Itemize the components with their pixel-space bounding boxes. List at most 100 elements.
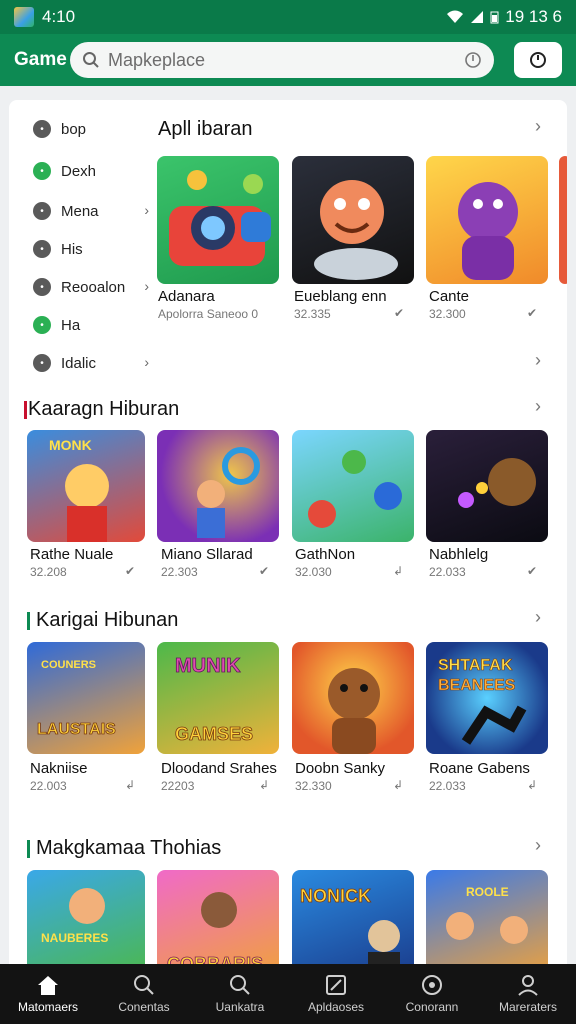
game-card-sub: 22.033 [429, 565, 466, 579]
content-panel: • bop • Dexh • Mena › • His • Reooalon ›… [9, 100, 567, 1000]
game-card-title: Nabhlelg [429, 546, 489, 563]
status-time: 4:10 [42, 7, 76, 26]
nav-item-search[interactable]: Conentas [96, 964, 192, 1024]
game-card-image[interactable]: SHTAFAK BEANEES [426, 642, 548, 754]
category-icon: • [33, 354, 51, 372]
nav-item-home[interactable]: Matomaers [0, 964, 96, 1024]
bottom-nav: Matomaers Conentas Uankatra Apldaoses Co… [0, 964, 576, 1024]
game-card-title: Miano Sllarad [161, 546, 253, 563]
section-title: Kaaragn Hiburan [28, 398, 180, 420]
sidebar-item-label: Reooalon [61, 278, 126, 296]
game-card-sub: 32.030 [295, 565, 332, 579]
chevron-right-icon[interactable]: › [535, 835, 541, 856]
sidebar-item[interactable]: • bop [9, 114, 157, 144]
nav-item-gallery[interactable]: Apldaoses [288, 964, 384, 1024]
game-card-image[interactable]: MONK [27, 430, 145, 542]
chevron-right-icon: › [144, 202, 149, 218]
nav-label: Uankatra [215, 1000, 265, 1014]
game-card-image[interactable] [292, 642, 414, 754]
game-card-title: Adanara [158, 288, 215, 305]
chevron-right-icon[interactable]: › [535, 607, 541, 628]
magic-art-icon [197, 447, 260, 538]
game-card-image[interactable]: MUNIK GAMSES [157, 642, 279, 754]
sidebar-item[interactable]: • His [9, 234, 157, 264]
sidebar-item[interactable]: • Idalic › [9, 348, 157, 378]
category-icon: • [33, 278, 51, 296]
camera-art-icon [169, 170, 271, 266]
search-icon [230, 975, 250, 995]
status-bar: 4:10 19 13 6 [0, 0, 576, 34]
check-icon: ✔ [259, 564, 270, 578]
signal-icon [471, 11, 484, 23]
section-title: Makgkamaa Thohias [36, 837, 222, 859]
section-accent [24, 401, 27, 419]
category-icon: • [33, 240, 51, 258]
app-brand: Game [14, 49, 67, 70]
download-icon: ↲ [125, 778, 136, 792]
chevron-right-icon[interactable]: › [535, 350, 541, 371]
game-art-icon: SHTAFAK BEANEES [438, 657, 527, 745]
chevron-right-icon: › [144, 278, 149, 294]
game-card-sub: 32.330 [295, 779, 332, 793]
game-card-image[interactable]: COUNERS LAUSTAIS [27, 642, 145, 754]
art-title: MONK [49, 437, 92, 453]
app-bar: Game Mapkeplace [0, 34, 576, 86]
section-accent [27, 612, 30, 630]
nav-item-search-2[interactable]: Uankatra [192, 964, 288, 1024]
category-icon: • [33, 162, 51, 180]
chevron-right-icon[interactable]: › [535, 116, 541, 137]
sidebar-item[interactable]: • Dexh [9, 156, 157, 186]
search-icon [83, 52, 99, 68]
bear-art-icon [314, 180, 398, 280]
game-card-image[interactable] [157, 430, 279, 542]
game-card-sub: 32.335 [294, 307, 331, 321]
info-icon[interactable] [464, 51, 482, 69]
nav-label: Conorann [405, 1000, 459, 1014]
person-icon [518, 975, 538, 996]
art-title: ROOLE [466, 885, 509, 899]
search-placeholder: Mapkeplace [108, 49, 206, 70]
search-input[interactable]: Mapkeplace [70, 42, 494, 78]
sidebar-item-label: Idalic [61, 354, 97, 372]
game-card-title: Rathe Nuale [30, 546, 114, 563]
check-icon: ✔ [527, 564, 538, 578]
game-card-image-partial[interactable] [559, 156, 567, 284]
download-icon: ↲ [393, 564, 404, 578]
nav-label: Apldaoses [307, 1000, 365, 1014]
section-title: Karigai Hibunan [36, 609, 179, 631]
game-card-image[interactable] [292, 156, 414, 284]
gallery-icon [326, 975, 346, 995]
section-title: Apll ibaran [158, 118, 253, 140]
game-card-title: Dloodand Srahes [161, 760, 277, 777]
sidebar-item-label: Ha [61, 316, 81, 334]
check-icon: ✔ [394, 306, 405, 320]
art-title: MUNIK [175, 655, 241, 677]
sidebar-item-label: Mena [61, 202, 99, 220]
game-card-image[interactable] [157, 156, 279, 284]
nav-item-profile[interactable]: Mareraters [480, 964, 576, 1024]
bear-art-icon [458, 458, 536, 508]
category-icon: • [33, 316, 51, 334]
art-title: SHTAFAK [438, 657, 513, 674]
game-card-title: Doobn Sanky [295, 760, 386, 777]
sidebar-item[interactable]: • Ha [9, 310, 157, 340]
check-icon: ✔ [527, 306, 538, 320]
game-card-image[interactable] [426, 156, 548, 284]
sidebar-item[interactable]: • Mena › [9, 196, 157, 226]
art-title: NONICK [300, 886, 371, 906]
game-card-title: Nakniise [30, 760, 88, 777]
wifi-icon [447, 10, 464, 23]
chevron-right-icon[interactable]: › [535, 396, 541, 417]
nav-item-compass[interactable]: Conorann [384, 964, 480, 1024]
art-title: COUNERS [41, 659, 96, 671]
game-card-image[interactable] [426, 430, 548, 542]
check-icon: ✔ [125, 564, 136, 578]
game-card-image[interactable] [292, 430, 414, 542]
monster-art-icon [458, 182, 518, 280]
game-card-title: GathNon [295, 546, 356, 563]
game-card-sub: 22.033 [429, 779, 466, 793]
clock-button[interactable] [514, 42, 562, 78]
download-icon: ↲ [259, 778, 270, 792]
game-card-sub: Apolorra Saneoo 0 [158, 307, 259, 321]
sidebar-item[interactable]: • Reooalon › [9, 272, 157, 302]
